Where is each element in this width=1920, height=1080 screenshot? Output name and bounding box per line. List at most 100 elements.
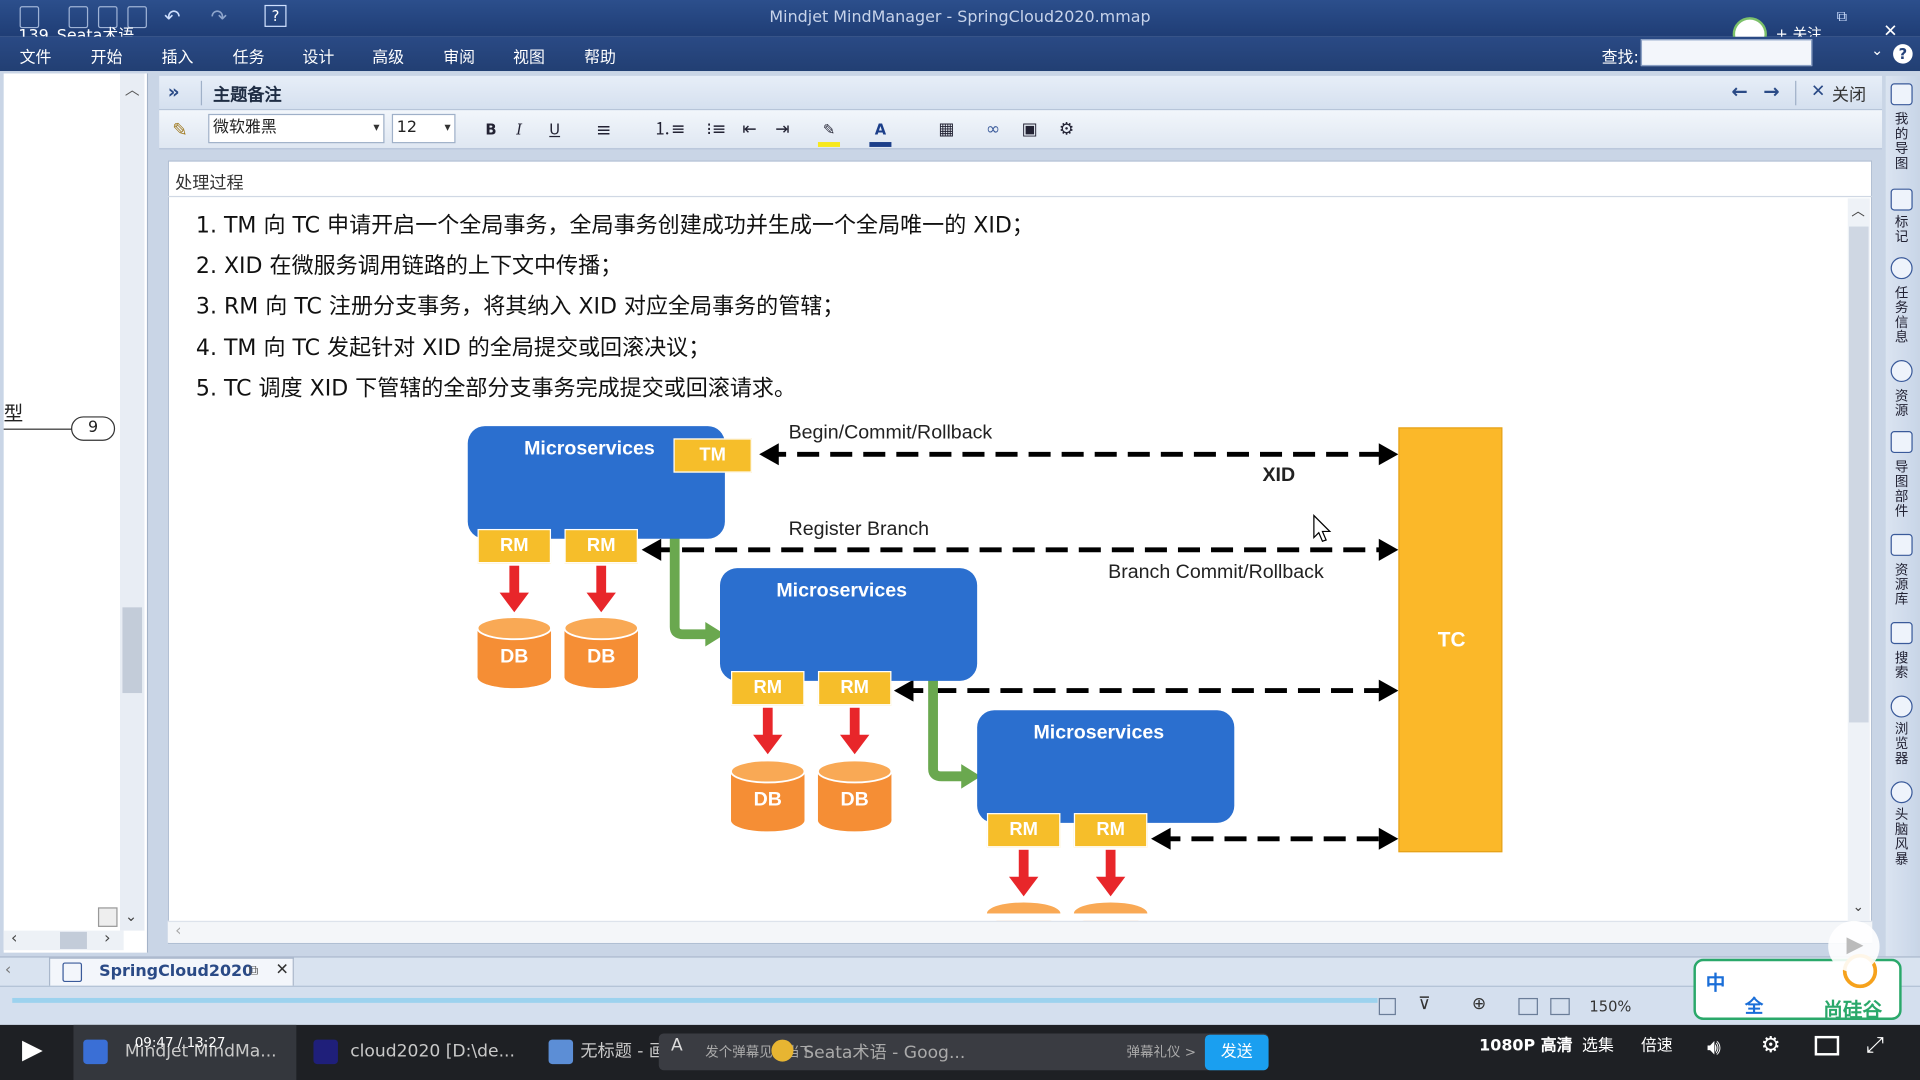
- ime-mode: 中: [1705, 971, 1726, 995]
- chrome-icon: [771, 1039, 794, 1062]
- paint-icon: [548, 1039, 574, 1065]
- sidebar-item-label: 标记: [1894, 214, 1909, 245]
- zoom-level: 150%: [1589, 997, 1632, 1016]
- call-arrow: [669, 526, 708, 640]
- branch-commit-label: Branch Commit/Rollback: [1108, 562, 1324, 583]
- scroll-left-icon[interactable]: ‹: [175, 922, 181, 940]
- microservice-label: Microservices: [1033, 722, 1165, 744]
- db-label: DB: [840, 789, 869, 811]
- arrow-head-right: [1378, 679, 1399, 702]
- rm-box: RM: [477, 528, 552, 564]
- task-info-icon[interactable]: [1890, 257, 1913, 280]
- arrow-head-left: [759, 443, 779, 466]
- search-panel-icon[interactable]: [1890, 622, 1913, 645]
- sidebar-item-label: 我的导图: [1894, 111, 1909, 172]
- quality-button[interactable]: 1080P 高清: [1479, 1032, 1572, 1055]
- db-label: DB: [753, 789, 782, 811]
- tc-box: TC: [1398, 427, 1503, 853]
- video-time: 09:47 / 13:27: [134, 1034, 226, 1051]
- tm-box: TM: [673, 438, 752, 473]
- settings-gear-icon[interactable]: ⚙: [1761, 1032, 1781, 1058]
- sidebar-item-label: 任务信息: [1894, 285, 1909, 346]
- rm-box: RM: [731, 671, 805, 706]
- play-overlay-button[interactable]: ▶: [1828, 920, 1880, 973]
- doc-tab-label: SpringCloud2020: [99, 962, 254, 981]
- map-parts-icon[interactable]: [1890, 431, 1913, 454]
- db-arrow: [509, 565, 520, 596]
- scroll-up-icon[interactable]: ︿: [1851, 201, 1864, 221]
- brand-logo: 尚硅谷: [1823, 997, 1883, 1022]
- db-arrow-head: [840, 734, 870, 755]
- db-arrow: [849, 707, 860, 738]
- resources-icon[interactable]: [1890, 360, 1913, 383]
- play-icon: ▶: [1846, 931, 1864, 958]
- episodes-button[interactable]: 选集: [1582, 1032, 1614, 1055]
- status-bar: ⊽ ⊕ 150%: [0, 985, 1920, 1025]
- play-icon[interactable]: ▶: [22, 1035, 43, 1066]
- video-progress-bar[interactable]: [12, 997, 1378, 1003]
- microservice-box: Microservices: [720, 568, 978, 681]
- sidebar-item-label: 导图部件: [1894, 459, 1909, 520]
- my-maps-icon[interactable]: [1890, 83, 1913, 106]
- microservice-label: Microservices: [776, 580, 908, 602]
- markers-icon[interactable]: [1890, 188, 1913, 211]
- scroll-thumb[interactable]: [1848, 226, 1869, 723]
- danmu-placeholder: 发个弹幕见证当下: [705, 1044, 814, 1061]
- pin-icon[interactable]: ⧉: [249, 962, 259, 979]
- rm-box: RM: [986, 813, 1061, 848]
- content-horizontal-scrollbar[interactable]: ‹: [167, 920, 1873, 943]
- zoom-control-icon[interactable]: ⊕: [1472, 994, 1486, 1014]
- volume-icon[interactable]: 🔊︎: [1707, 1035, 1721, 1061]
- microservice-box: Microservices: [977, 710, 1235, 823]
- sidebar-item-label: 浏览器: [1894, 721, 1909, 767]
- ime-full-width: 全: [1744, 995, 1764, 1018]
- tc-label: TC: [1437, 628, 1466, 652]
- db-arrow: [762, 707, 773, 738]
- arrow-head-right: [1378, 443, 1399, 466]
- fullscreen-icon[interactable]: ⤢: [1866, 1032, 1884, 1058]
- filter-icon[interactable]: ⊽: [1418, 994, 1431, 1014]
- fit-icon[interactable]: [1378, 997, 1396, 1016]
- microservice-label: Microservices: [524, 438, 655, 460]
- db-label: DB: [500, 646, 529, 668]
- doc-tab[interactable]: SpringCloud2020 ⧉ ✕: [48, 957, 294, 987]
- db-arrow: [1105, 849, 1116, 880]
- taskbar-app-chrome[interactable]: Seata术语 - Goog...: [803, 1040, 965, 1064]
- mindmanager-icon: [83, 1039, 108, 1065]
- library-icon[interactable]: [1890, 533, 1913, 556]
- db-arrow-head: [1095, 876, 1126, 897]
- player-control-bar: ▶ Mindjet MindMa... 09:47 / 13:27 cloud2…: [0, 1024, 1920, 1080]
- register-branch-label: Register Branch: [788, 519, 930, 541]
- db-arrow-head: [499, 592, 529, 613]
- arrow-head-left: [893, 679, 914, 702]
- send-danmu-button[interactable]: 发送: [1204, 1034, 1269, 1071]
- document-tab-bar: ‹ SpringCloud2020 ⧉ ✕: [0, 956, 1920, 987]
- brainstorm-icon[interactable]: [1890, 781, 1913, 804]
- outline-icon[interactable]: [1550, 997, 1570, 1016]
- sidebar-item-label: 资源: [1894, 388, 1909, 419]
- mindmap-file-icon: [62, 962, 83, 983]
- arrow-head-right: [1378, 827, 1399, 850]
- intellij-icon: [313, 1039, 338, 1065]
- clip-mask: [955, 913, 1176, 921]
- arrow-head-left: [1151, 827, 1171, 850]
- taskbar-app-idea[interactable]: cloud2020 [D:\de...: [301, 1025, 534, 1080]
- picture-in-picture-icon[interactable]: [1814, 1035, 1840, 1056]
- browser-icon[interactable]: [1890, 695, 1913, 718]
- danmu-settings-icon[interactable]: A: [671, 1036, 683, 1056]
- mouse-cursor-icon: [1313, 514, 1332, 542]
- scroll-left-icon[interactable]: ‹: [5, 961, 11, 979]
- scroll-down-icon[interactable]: ⌄: [1853, 899, 1864, 915]
- taskbar-app-mindmanager[interactable]: Mindjet MindMa...: [73, 1024, 297, 1080]
- close-tab-icon[interactable]: ✕: [276, 961, 289, 979]
- arrow-head-left: [641, 538, 662, 561]
- danmu-gift-link[interactable]: 弹幕礼仪 >: [1127, 1042, 1196, 1062]
- ime-widget[interactable]: 中 全 尚硅谷: [1693, 953, 1902, 1022]
- begin-commit-label: Begin/Commit/Rollback: [788, 422, 993, 444]
- db-arrow-head: [1008, 876, 1039, 897]
- layout-icon[interactable]: [1518, 997, 1538, 1016]
- rm-box: RM: [817, 671, 892, 706]
- arrow-head-right: [1378, 538, 1399, 561]
- rm-box: RM: [1073, 813, 1148, 848]
- speed-button[interactable]: 倍速: [1641, 1032, 1673, 1055]
